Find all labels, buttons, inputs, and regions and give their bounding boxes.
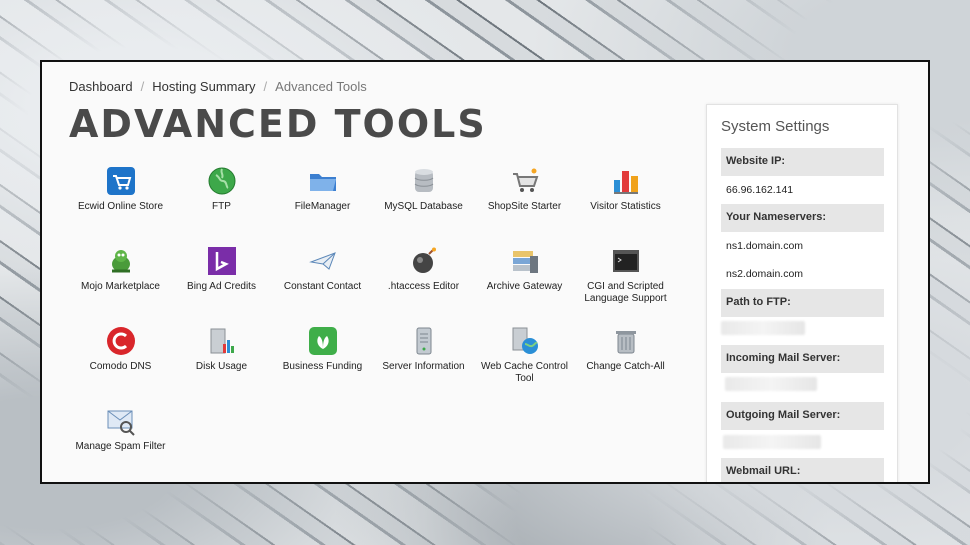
- bar-chart-icon: [611, 166, 641, 196]
- web-cache-icon: [510, 326, 540, 356]
- cart-icon: [510, 166, 540, 196]
- advanced-tools-window: Dashboard / Hosting Summary / Advanced T…: [40, 60, 930, 484]
- tool-label: FileManager: [294, 201, 351, 212]
- breadcrumb-dashboard[interactable]: Dashboard: [69, 79, 133, 94]
- nameserver-1-value: ns1.domain.com: [726, 240, 804, 252]
- breadcrumb-advanced-tools: Advanced Tools: [275, 79, 367, 94]
- blurred-outgoing-server: [723, 435, 821, 449]
- nameservers-label: Your Nameservers:: [721, 204, 884, 232]
- tool-label: Bing Ad Credits: [187, 281, 256, 292]
- comodo-icon: [106, 326, 136, 356]
- tool-visitor-statistics[interactable]: Visitor Statistics: [575, 166, 676, 246]
- tool-label: Disk Usage: [195, 361, 248, 372]
- terminal-icon: [611, 246, 641, 276]
- webmail-url-label: Webmail URL:: [721, 458, 884, 482]
- tool-disk-usage[interactable]: Disk Usage: [171, 326, 272, 406]
- folder-icon: [308, 166, 338, 196]
- blurred-ftp-path: [721, 321, 805, 335]
- tool-label: Business Funding: [282, 361, 363, 372]
- bing-icon: [207, 246, 237, 276]
- server-icon: [409, 326, 439, 356]
- globe-icon: [207, 166, 237, 196]
- tool-ecwid-online-store[interactable]: Ecwid Online Store: [70, 166, 171, 246]
- tool-htaccess-editor[interactable]: .htaccess Editor: [373, 246, 474, 326]
- tool-label: Change Catch-All: [586, 361, 665, 372]
- disk-usage-icon: [207, 326, 237, 356]
- tools-grid: Ecwid Online Store FTP FileManager MySQL…: [70, 166, 680, 482]
- tool-filemanager[interactable]: FileManager: [272, 166, 373, 246]
- tool-bing-ad-credits[interactable]: Bing Ad Credits: [171, 246, 272, 326]
- outgoing-mail-label: Outgoing Mail Server:: [721, 402, 884, 430]
- tool-label: Constant Contact: [283, 281, 362, 292]
- breadcrumb-separator: /: [263, 79, 268, 94]
- spam-filter-icon: [106, 406, 136, 436]
- paper-plane-icon: [308, 246, 338, 276]
- breadcrumb-hosting-summary[interactable]: Hosting Summary: [152, 79, 255, 94]
- tool-constant-contact[interactable]: Constant Contact: [272, 246, 373, 326]
- system-settings-title: System Settings: [721, 118, 830, 135]
- tool-web-cache-control[interactable]: Web Cache Control Tool: [474, 326, 575, 406]
- nameserver-2-value: ns2.domain.com: [726, 268, 804, 280]
- tool-label: Ecwid Online Store: [77, 201, 164, 212]
- page-title: ADVANCED TOOLS: [69, 102, 487, 146]
- tool-label: ShopSite Starter: [487, 201, 562, 212]
- tool-label: .htaccess Editor: [387, 281, 460, 292]
- tool-label: Server Information: [382, 361, 465, 372]
- trash-can-icon: [611, 326, 641, 356]
- ftp-path-label: Path to FTP:: [721, 289, 884, 317]
- tool-label: FTP: [212, 201, 231, 212]
- tool-shopsite-starter[interactable]: ShopSite Starter: [474, 166, 575, 246]
- tool-business-funding[interactable]: Business Funding: [272, 326, 373, 406]
- tool-label: CGI and Scripted Language Support: [584, 281, 667, 304]
- leaf-icon: [308, 326, 338, 356]
- tool-comodo-dns[interactable]: Comodo DNS: [70, 326, 171, 406]
- tool-change-catch-all[interactable]: Change Catch-All: [575, 326, 676, 406]
- tool-manage-spam-filter[interactable]: Manage Spam Filter: [70, 406, 171, 482]
- tool-archive-gateway[interactable]: Archive Gateway: [474, 246, 575, 326]
- tool-mysql-database[interactable]: MySQL Database: [373, 166, 474, 246]
- archive-icon: [510, 246, 540, 276]
- blurred-incoming-server: [725, 377, 817, 391]
- tool-label: MySQL Database: [384, 201, 463, 212]
- tool-label: Mojo Marketplace: [81, 281, 160, 292]
- tool-ftp[interactable]: FTP: [171, 166, 272, 246]
- tool-label: Web Cache Control Tool: [480, 361, 569, 384]
- mojo-mascot-icon: [106, 246, 136, 276]
- bomb-icon: [409, 246, 439, 276]
- website-ip-value: 66.96.162.141: [726, 184, 794, 196]
- shopping-cart-icon: [106, 166, 136, 196]
- database-icon: [409, 166, 439, 196]
- incoming-mail-label: Incoming Mail Server:: [721, 345, 884, 373]
- system-settings-panel: System Settings Website IP: 66.96.162.14…: [706, 104, 898, 482]
- breadcrumb-separator: /: [140, 79, 145, 94]
- tool-label: Manage Spam Filter: [75, 441, 166, 452]
- website-ip-label: Website IP:: [721, 148, 884, 176]
- tool-label: Archive Gateway: [486, 281, 563, 292]
- tool-label: Comodo DNS: [89, 361, 152, 372]
- tool-mojo-marketplace[interactable]: Mojo Marketplace: [70, 246, 171, 326]
- breadcrumb: Dashboard / Hosting Summary / Advanced T…: [69, 79, 367, 94]
- tool-label: Visitor Statistics: [590, 201, 661, 212]
- tool-cgi-scripted-language[interactable]: CGI and Scripted Language Support: [575, 246, 676, 326]
- tool-server-information[interactable]: Server Information: [373, 326, 474, 406]
